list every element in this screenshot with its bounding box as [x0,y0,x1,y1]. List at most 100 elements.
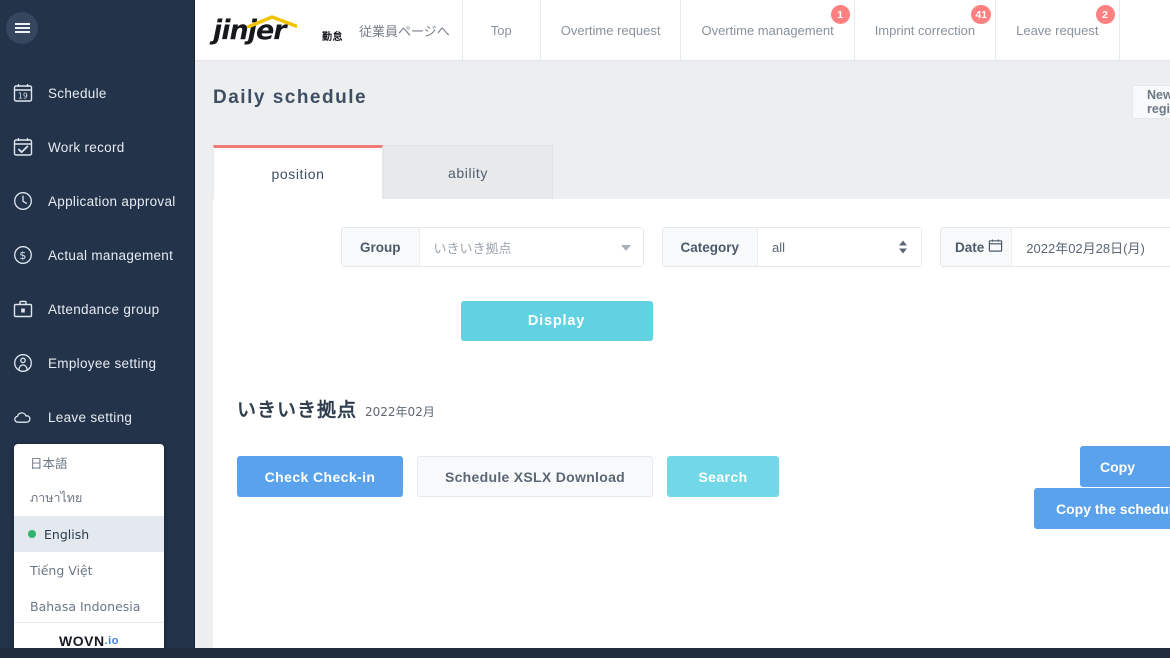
nav-item-label: Overtime management [701,22,834,38]
calendar-19-icon: 19 [10,80,36,106]
date-input-value: 2022年02月28日(月) [1026,240,1145,256]
nav-item-overtime-request[interactable]: Overtime request [539,0,681,60]
language-option-indonesian[interactable]: Bahasa Indonesia [14,588,164,624]
sidebar-item-label: Work record [48,139,125,155]
clock-icon [10,188,36,214]
page-title: Daily schedule [213,87,368,108]
tab-label: ability [448,164,488,181]
nav-item-leave-request[interactable]: Leave request 2 [995,0,1120,60]
category-filter-label: Category [662,228,758,266]
page-header: Daily schedule New registration [195,61,1170,141]
status-badge: 41 [971,5,992,24]
bottom-strip [0,648,1170,658]
sidebar-item-work-record[interactable]: Work record [0,120,195,174]
copy-the-schedule-button[interactable]: Copy the schedule [1034,488,1170,529]
tab-bar: position ability [195,141,1170,199]
date-filter-text: Date [955,239,985,255]
group-heading-year-month: 2022年02月 [365,405,435,419]
nav-item-label: Overtime request [560,22,661,38]
content-panel: Group いきいき拠点 Category all Date 2022年02月2… [213,199,1170,658]
check-checkin-button[interactable]: Check Check-in [237,456,403,497]
sidebar: 19 Schedule Work record Application appr… [0,0,195,658]
sidebar-item-application-approval[interactable]: Application approval [0,174,195,228]
language-option-label: ภาษาไทย [30,490,83,505]
calendar-check-icon [10,134,36,160]
logo-roof-icon [247,14,297,28]
action-button-row: Check Check-in Schedule XSLX Download Se… [213,422,1170,529]
nav-item-top[interactable]: Top [461,0,540,60]
employee-page-link[interactable]: 従業員ページへ [359,21,450,40]
language-option-label: English [44,526,90,542]
wovn-brand-text: WOVN [59,632,105,649]
main-content: Daily schedule New registration position… [195,61,1170,658]
display-button[interactable]: Display [460,301,653,341]
sidebar-item-leave-setting[interactable]: Leave setting [0,390,195,444]
sidebar-item-label: Schedule [48,85,107,101]
hamburger-bar [14,23,30,26]
group-heading: いきいき拠点 2022年02月 [213,341,1170,422]
language-selector-panel[interactable]: 日本語 ภาษาไทย English Tiếng Việt Bahasa In… [14,444,164,658]
chevron-down-icon [620,245,631,251]
category-select[interactable]: all [757,228,922,266]
date-filter-label: Date [941,228,1012,266]
sidebar-item-label: Actual management [48,247,174,263]
sidebar-item-schedule[interactable]: 19 Schedule [0,66,195,120]
top-header: jinjer 勤怠 従業員ページへ Top Overtime request O… [195,0,1170,61]
language-option-japanese[interactable]: 日本語 [14,444,164,480]
sidebar-item-label: Leave setting [48,409,133,425]
svg-text:19: 19 [18,92,28,101]
nav-item-label: Leave request [1016,22,1099,38]
tab-ability[interactable]: ability [383,145,553,199]
nav-item-label: Imprint correction [874,22,976,38]
sidebar-item-label: Attendance group [48,301,160,317]
display-button-row: Display [213,267,900,341]
tab-position[interactable]: position [213,145,383,199]
group-select[interactable]: いきいき拠点 [418,228,643,266]
sidebar-item-actual-management[interactable]: $ Actual management [0,228,195,282]
group-heading-name: いきいき拠点 [237,399,358,421]
jinjer-logo-suffix: 勤怠 [322,31,343,43]
jinjer-logo[interactable]: jinjer [213,14,319,48]
group-filter[interactable]: Group いきいき拠点 [341,227,644,267]
sidebar-item-label: Application approval [48,193,176,209]
calendar-icon [988,238,1003,256]
hamburger-bar [14,27,30,29]
sidebar-nav: 19 Schedule Work record Application appr… [0,66,195,444]
filter-bar: Group いきいき拠点 Category all Date 2022年02月2… [213,199,1170,267]
category-select-value: all [772,239,786,255]
language-option-label: 日本語 [30,455,68,471]
tab-label: position [271,165,325,182]
top-navigation: Top Overtime request Overtime management… [461,0,1120,60]
language-option-label: Bahasa Indonesia [30,598,141,614]
schedule-xslx-download-button[interactable]: Schedule XSLX Download [417,456,653,497]
svg-text:$: $ [19,249,26,262]
group-select-value: いきいき拠点 [433,240,512,256]
hamburger-bar [14,30,30,33]
sidebar-item-label: Employee setting [48,355,157,371]
date-filter[interactable]: Date 2022年02月28日(月) [940,227,1170,267]
nav-item-label: Top [490,22,512,38]
briefcase-icon [10,296,36,322]
selected-dot-icon [28,530,36,538]
group-filter-label: Group [342,228,419,266]
sidebar-item-attendance-group[interactable]: Attendance group [0,282,195,336]
search-button[interactable]: Search [667,456,779,497]
brand-area: jinjer 勤怠 従業員ページへ [195,0,450,61]
nav-item-overtime-management[interactable]: Overtime management 1 [680,0,853,60]
hamburger-icon[interactable] [6,12,38,44]
language-option-vietnamese[interactable]: Tiếng Việt [14,552,164,588]
language-option-thai[interactable]: ภาษาไทย [14,480,164,516]
date-input[interactable]: 2022年02月28日(月) [1011,228,1170,266]
status-badge: 1 [830,5,850,24]
wovn-tld-text: .io [104,634,119,647]
copy-button[interactable]: Copy [1080,446,1170,487]
language-option-english[interactable]: English [14,516,164,552]
nav-item-imprint-correction[interactable]: Imprint correction 41 [853,0,995,60]
new-registration-button[interactable]: New registration [1132,85,1170,119]
status-badge: 2 [1095,5,1115,24]
sidebar-item-employee-setting[interactable]: Employee setting [0,336,195,390]
language-option-label: Tiếng Việt [30,562,93,578]
cloud-icon [10,404,36,430]
category-filter[interactable]: Category all [661,227,923,267]
dollar-circle-icon: $ [10,242,36,268]
